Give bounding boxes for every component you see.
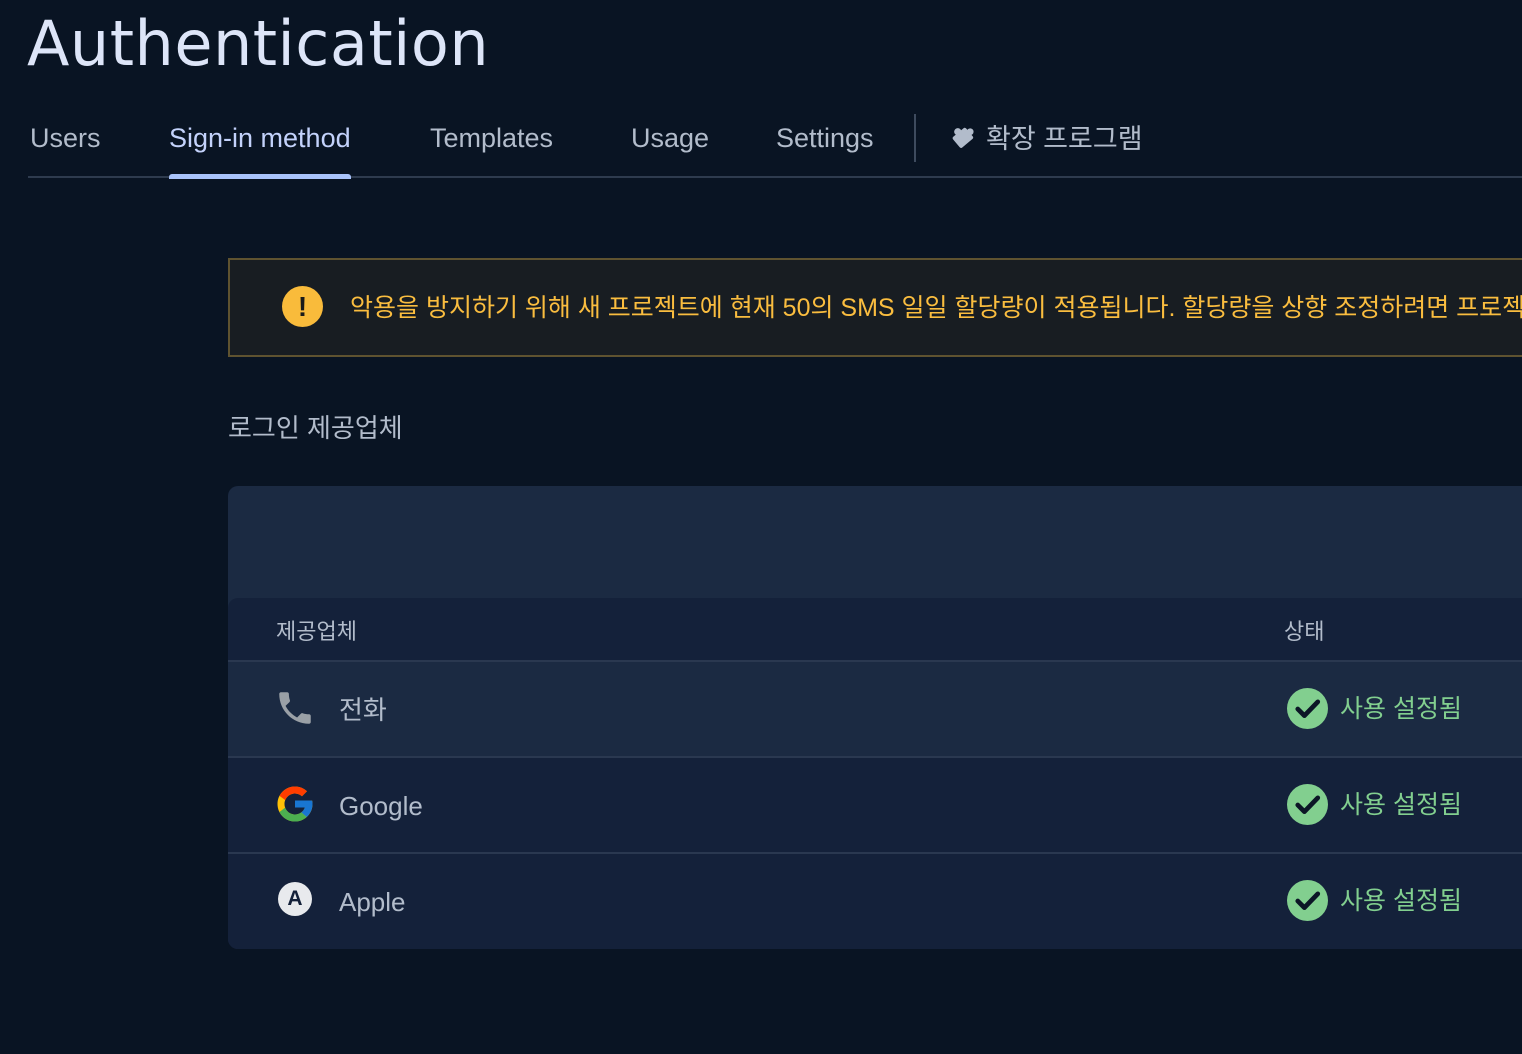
status-text: 사용 설정됨 [1340, 886, 1462, 915]
page-title: Authentication [27, 7, 490, 80]
tab-users[interactable]: Users [30, 96, 101, 176]
column-header-provider: 제공업체 [276, 619, 357, 644]
active-tab-indicator [169, 174, 351, 179]
extension-puzzle-icon [952, 127, 974, 148]
tab-usage[interactable]: Usage [631, 96, 709, 176]
provider-row-phone[interactable]: 전화 사용 설정됨 [228, 660, 1522, 756]
apple-badge-icon: A [278, 882, 312, 916]
check-circle-icon [1287, 784, 1328, 825]
providers-card: 제공업체 상태 전화 사용 설정됨 Google 사용 설정됨 A Apple … [228, 486, 1522, 949]
tab-templates[interactable]: Templates [430, 96, 553, 176]
status-badge: 사용 설정됨 [1287, 688, 1462, 729]
provider-name: Apple [339, 887, 406, 917]
section-title: 로그인 제공업체 [228, 413, 403, 443]
tab-sign-in-method[interactable]: Sign-in method [169, 96, 351, 179]
tab-bar: Users Sign-in method Templates Usage Set… [28, 96, 1522, 179]
warning-text: 악용을 방지하기 위해 새 프로젝트에 현재 50의 SMS 일일 할당량이 적… [350, 294, 1522, 322]
provider-name: 전화 [339, 695, 387, 725]
exclamation-icon: ! [282, 286, 323, 327]
providers-table: 제공업체 상태 전화 사용 설정됨 Google 사용 설정됨 A Apple … [228, 598, 1522, 949]
status-badge: 사용 설정됨 [1287, 880, 1462, 921]
status-text: 사용 설정됨 [1340, 790, 1462, 819]
sms-quota-warning-banner: ! 악용을 방지하기 위해 새 프로젝트에 현재 50의 SMS 일일 할당량이… [228, 258, 1522, 357]
provider-row-google[interactable]: Google 사용 설정됨 [228, 756, 1522, 852]
tab-divider [914, 114, 916, 162]
phone-icon [279, 692, 311, 724]
tab-sign-in-method-label: Sign-in method [169, 123, 351, 153]
tab-settings[interactable]: Settings [776, 96, 874, 176]
authentication-page: Authentication Users Sign-in method Temp… [0, 0, 1522, 1054]
status-text: 사용 설정됨 [1340, 694, 1462, 723]
provider-name: Google [339, 791, 423, 821]
status-badge: 사용 설정됨 [1287, 784, 1462, 825]
provider-row-apple[interactable]: A Apple 사용 설정됨 [228, 852, 1522, 948]
check-circle-icon [1287, 880, 1328, 921]
google-logo-icon [277, 786, 313, 822]
column-header-status: 상태 [1284, 619, 1325, 644]
check-circle-icon [1287, 688, 1328, 729]
tab-extensions[interactable]: 확장 프로그램 [946, 96, 1143, 176]
tab-extensions-label: 확장 프로그램 [986, 123, 1143, 154]
